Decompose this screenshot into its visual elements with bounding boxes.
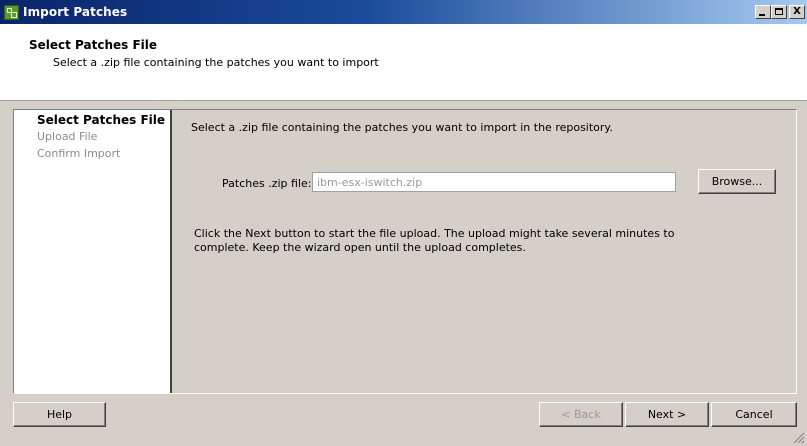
patches-file-label: Patches .zip file: bbox=[222, 177, 312, 190]
back-button[interactable]: < Back bbox=[539, 402, 623, 427]
step-upload-file: Upload File bbox=[37, 130, 98, 143]
main-panel: Select a .zip file containing the patche… bbox=[172, 110, 796, 393]
help-button[interactable]: Help bbox=[13, 402, 106, 427]
window-controls: X bbox=[755, 5, 805, 19]
steps-panel: Select Patches File Upload File Confirm … bbox=[14, 110, 172, 393]
resize-grip-icon[interactable] bbox=[793, 432, 805, 444]
maximize-icon[interactable] bbox=[771, 5, 787, 19]
wizard-header: Select Patches File Select a .zip file c… bbox=[0, 24, 807, 101]
window-title: Import Patches bbox=[23, 5, 128, 19]
close-icon[interactable]: X bbox=[789, 5, 805, 19]
wizard-content: Select Patches File Upload File Confirm … bbox=[13, 109, 797, 394]
intro-text: Select a .zip file containing the patche… bbox=[191, 121, 613, 134]
cancel-button[interactable]: Cancel bbox=[711, 402, 797, 427]
minimize-icon[interactable] bbox=[755, 5, 771, 19]
title-bar[interactable]: Import Patches X bbox=[0, 0, 807, 24]
browse-button[interactable]: Browse... bbox=[698, 169, 776, 194]
header-title: Select Patches File bbox=[29, 38, 158, 52]
next-button[interactable]: Next > bbox=[625, 402, 709, 427]
step-confirm-import: Confirm Import bbox=[37, 147, 121, 160]
step-select-patches-file: Select Patches File bbox=[37, 113, 166, 127]
header-subtitle: Select a .zip file containing the patche… bbox=[53, 56, 379, 69]
patches-file-input[interactable] bbox=[312, 172, 676, 192]
upload-note: Click the Next button to start the file … bbox=[194, 227, 675, 254]
patches-app-icon bbox=[4, 4, 19, 20]
